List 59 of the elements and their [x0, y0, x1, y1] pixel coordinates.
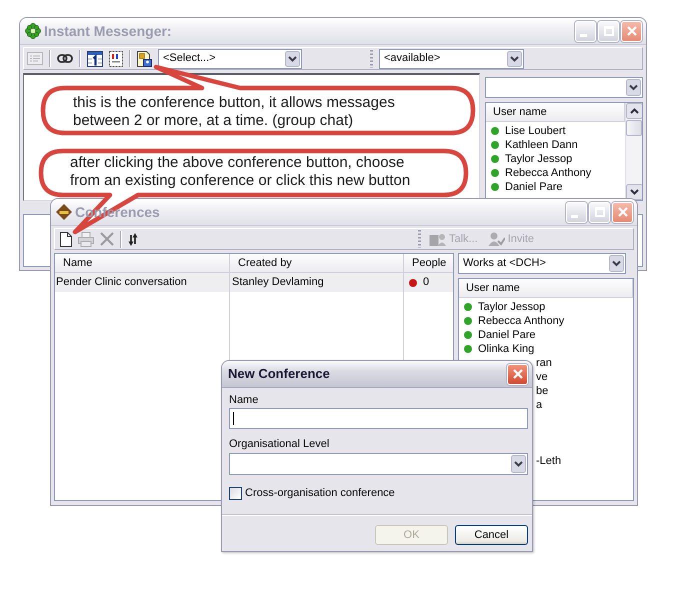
close-icon — [512, 369, 522, 379]
close-button[interactable] — [621, 20, 642, 42]
text-cursor — [233, 412, 234, 425]
checkbox-label[interactable]: Cross-organisation conference — [245, 486, 395, 500]
flower-icon — [25, 23, 41, 39]
user-name[interactable]: Daniel Pare — [505, 180, 562, 194]
refresh-icon[interactable] — [128, 232, 138, 246]
contact-dropdown[interactable]: <Select...> — [158, 48, 302, 68]
checkbox[interactable] — [229, 486, 242, 500]
column-header[interactable]: Name — [55, 254, 229, 273]
scroll-thumb[interactable] — [626, 120, 642, 136]
organisation-dropdown[interactable]: Works at <DCH> — [458, 253, 626, 274]
table-cell: Stanley Devlaming — [230, 273, 403, 292]
status-dropdown[interactable]: <available> — [379, 48, 524, 68]
grip-icon[interactable] — [418, 230, 421, 248]
table-cell: Pender Clinic conversation — [55, 273, 229, 292]
column-header[interactable]: User name — [459, 279, 633, 298]
calendar-icon[interactable] — [87, 50, 103, 66]
user-name[interactable]: Rebecca Anthony — [505, 166, 592, 180]
user-name[interactable]: be — [536, 384, 548, 398]
field-label: Name — [229, 394, 258, 407]
user-name[interactable]: Lise Loubert — [505, 124, 566, 138]
maximize-icon — [594, 207, 604, 217]
person-check-icon — [488, 232, 505, 246]
close-button[interactable] — [507, 364, 528, 384]
scroll-down-icon[interactable] — [626, 184, 642, 200]
new-document-icon[interactable] — [60, 232, 72, 246]
window-title: New Conference — [228, 366, 331, 382]
user-name[interactable]: Taylor Jessop — [505, 152, 572, 166]
column-header[interactable]: Created by — [230, 254, 403, 273]
window-title: Instant Messenger: — [44, 23, 173, 39]
user-name[interactable]: Olinka King — [478, 342, 534, 356]
name-input[interactable] — [229, 408, 528, 429]
cancel-button[interactable]: Cancel — [455, 525, 528, 545]
user-name[interactable]: Kathleen Dann — [505, 138, 578, 152]
user-name[interactable]: Taylor Jessop — [478, 300, 546, 314]
diamond-icon — [56, 204, 72, 220]
user-name[interactable]: ve — [536, 370, 548, 384]
close-icon — [626, 26, 636, 36]
grip-icon[interactable] — [370, 50, 373, 68]
user-name[interactable]: -Leth — [536, 454, 562, 468]
document-badge-icon[interactable] — [137, 50, 152, 66]
column-header[interactable]: User name — [486, 103, 625, 122]
user-name[interactable]: Daniel Pare — [478, 328, 536, 342]
user-name[interactable]: ran — [536, 356, 552, 370]
chain-link-icon[interactable] — [57, 54, 73, 63]
column-header[interactable]: People — [404, 254, 453, 273]
scroll-up-icon[interactable] — [626, 103, 642, 119]
people-icon — [429, 232, 446, 246]
callout-text: after clicking the above conference button, choose from an existing conference or click this new button — [70, 154, 410, 190]
field-label: Organisational Level — [229, 438, 330, 451]
people-count: 0 — [423, 276, 430, 289]
note-icon[interactable] — [109, 50, 123, 66]
close-icon — [618, 207, 628, 217]
scrollbar[interactable] — [625, 103, 642, 200]
user-name[interactable]: Rebecca Anthony — [478, 314, 564, 328]
user-name[interactable]: a — [536, 398, 542, 412]
callout-text: this is the conference button, it allows messages between 2 or more, at a time. (group chat) — [73, 94, 395, 130]
maximize-icon — [604, 26, 614, 36]
